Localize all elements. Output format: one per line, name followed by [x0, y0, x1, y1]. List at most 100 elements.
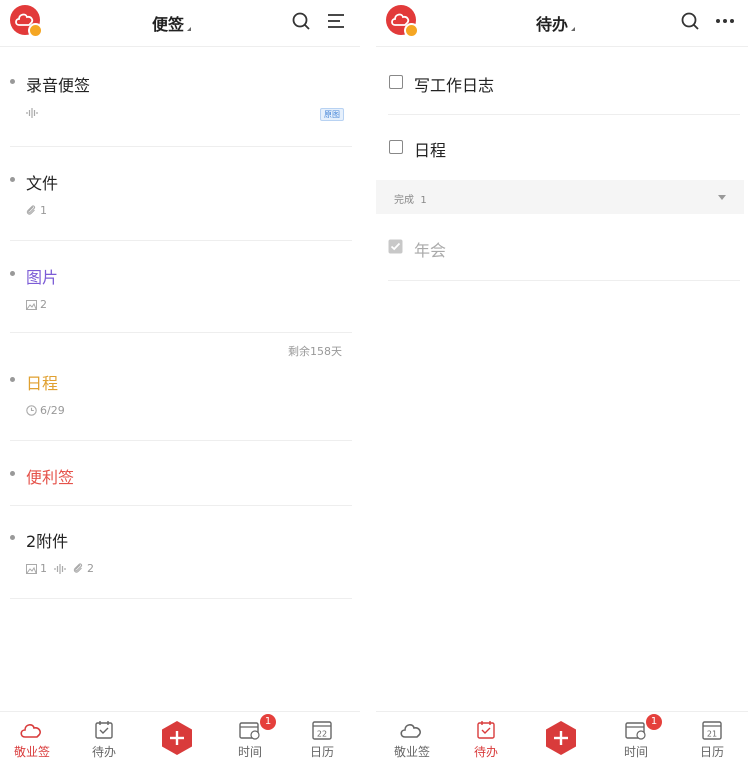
search-icon[interactable] [679, 10, 701, 32]
page-title-label: 便签 [152, 15, 185, 34]
note-title: 便利签 [26, 468, 75, 487]
note-meta: 1 [26, 204, 47, 217]
divider [10, 146, 352, 147]
tab-label: 敬业签 [393, 745, 430, 759]
calendar-day-number: 21 [707, 730, 717, 739]
top-bar: 待办 [376, 0, 748, 47]
page-title[interactable]: 待办 [536, 11, 576, 35]
page-title-label: 待办 [536, 15, 569, 34]
tab-label: 日历 [309, 745, 334, 759]
audio-wave-icon [54, 563, 66, 574]
divider [10, 240, 352, 241]
divider [10, 440, 352, 441]
attach-count: 2 [87, 562, 94, 575]
avatar[interactable] [386, 5, 419, 38]
note-title: 图片 [26, 268, 59, 287]
todo-check-icon [95, 721, 113, 739]
menu-icon[interactable] [325, 10, 347, 32]
calendar-icon: 21 [702, 721, 722, 740]
todo-item[interactable]: 写工作日志 [376, 72, 748, 112]
todo-checkbox[interactable] [389, 75, 403, 89]
note-date: 6/29 [40, 404, 65, 417]
bullet-dot [10, 471, 15, 476]
divider [10, 505, 352, 506]
top-bar: 便签 [0, 0, 360, 47]
tab-time[interactable]: 时间 1 [606, 714, 666, 760]
tab-calendar[interactable]: 22 日历 [292, 720, 352, 760]
todo-screen: 待办 写工作日志 日程 完成 1 年会 敬业签 待办 时间 1 21 日历 [376, 0, 748, 764]
tab-label: 时间 [623, 745, 648, 759]
more-icon[interactable] [714, 10, 736, 32]
tab-time[interactable]: 时间 1 [220, 714, 280, 760]
checked-checkbox-icon[interactable] [388, 239, 403, 254]
page-title[interactable]: 便签 [152, 11, 192, 35]
chevron-down-icon [718, 195, 726, 200]
calendar-day-number: 22 [317, 730, 327, 739]
tag-badge: 原图 [320, 108, 344, 121]
tab-label: 日历 [699, 745, 724, 759]
audio-wave-icon [26, 108, 38, 118]
add-button[interactable] [543, 720, 579, 756]
calendar-icon: 22 [312, 721, 332, 740]
todo-check-icon [477, 721, 495, 739]
note-item[interactable]: 录音便签 原图 [0, 70, 360, 148]
clock-icon [26, 405, 37, 416]
todo-label: 日程 [414, 141, 447, 160]
bullet-dot [10, 79, 15, 84]
bullet-dot [10, 377, 15, 382]
tab-calendar[interactable]: 21 日历 [682, 720, 742, 760]
tab-jingyeqian[interactable]: 敬业签 [382, 720, 442, 760]
bullet-dot [10, 177, 15, 182]
image-count: 2 [40, 298, 47, 311]
note-item[interactable]: 文件 1 [0, 170, 360, 240]
completed-section-header[interactable]: 完成 1 [376, 180, 744, 214]
note-title: 日程 [26, 374, 59, 393]
tab-jingyeqian[interactable]: 敬业签 [2, 720, 62, 760]
avatar[interactable] [10, 5, 43, 38]
remaining-days: 剩余158天 [288, 345, 342, 358]
note-title: 录音便签 [26, 76, 91, 95]
note-item[interactable]: 图片 2 [0, 264, 360, 332]
todo-label: 年会 [414, 241, 447, 260]
todo-item[interactable]: 日程 [376, 137, 748, 177]
completed-count: 1 [420, 195, 427, 206]
todo-checkbox[interactable] [389, 140, 403, 154]
time-icon [625, 722, 646, 740]
tab-label: 敬业签 [13, 745, 50, 759]
tab-todo[interactable]: 待办 [74, 720, 134, 760]
completed-title: 完成 [394, 195, 414, 206]
note-title: 文件 [26, 174, 59, 193]
notes-screen: 便签 录音便签 原图 文件 1 图片 2 剩余158天 日程 6/29 便利签 … [0, 0, 360, 764]
todo-label: 写工作日志 [414, 76, 495, 95]
search-icon[interactable] [290, 10, 312, 32]
image-icon [26, 299, 37, 310]
bottom-tab-bar: 敬业签 待办 时间 1 22 日历 [0, 711, 360, 764]
vip-badge [28, 23, 43, 38]
add-button[interactable] [159, 720, 195, 756]
tab-todo[interactable]: 待办 [456, 720, 516, 760]
tab-label: 时间 [237, 745, 262, 759]
time-icon [239, 722, 260, 740]
note-meta: 2 [26, 298, 47, 311]
paperclip-icon [26, 205, 36, 215]
divider [388, 114, 740, 115]
completed-label: 完成 1 [394, 191, 427, 206]
tab-label: 待办 [91, 745, 116, 759]
dropdown-corner-icon [571, 27, 576, 31]
note-item[interactable]: 日程 6/29 [0, 370, 360, 440]
image-icon [26, 563, 37, 574]
note-meta: 1 2 [26, 562, 94, 575]
divider [388, 280, 740, 281]
cloud-icon [20, 724, 41, 738]
bullet-dot [10, 535, 15, 540]
todo-item-done[interactable]: 年会 [376, 237, 748, 277]
paperclip-icon [73, 563, 83, 573]
note-meta: 6/29 [26, 404, 65, 417]
bullet-dot [10, 271, 15, 276]
divider [10, 598, 352, 599]
image-count: 1 [40, 562, 47, 575]
bottom-tab-bar: 敬业签 待办 时间 1 21 日历 [376, 711, 748, 764]
note-item[interactable]: 2附件 1 2 [0, 528, 360, 598]
note-item[interactable]: 便利签 [0, 464, 360, 504]
notification-badge: 1 [260, 714, 276, 730]
